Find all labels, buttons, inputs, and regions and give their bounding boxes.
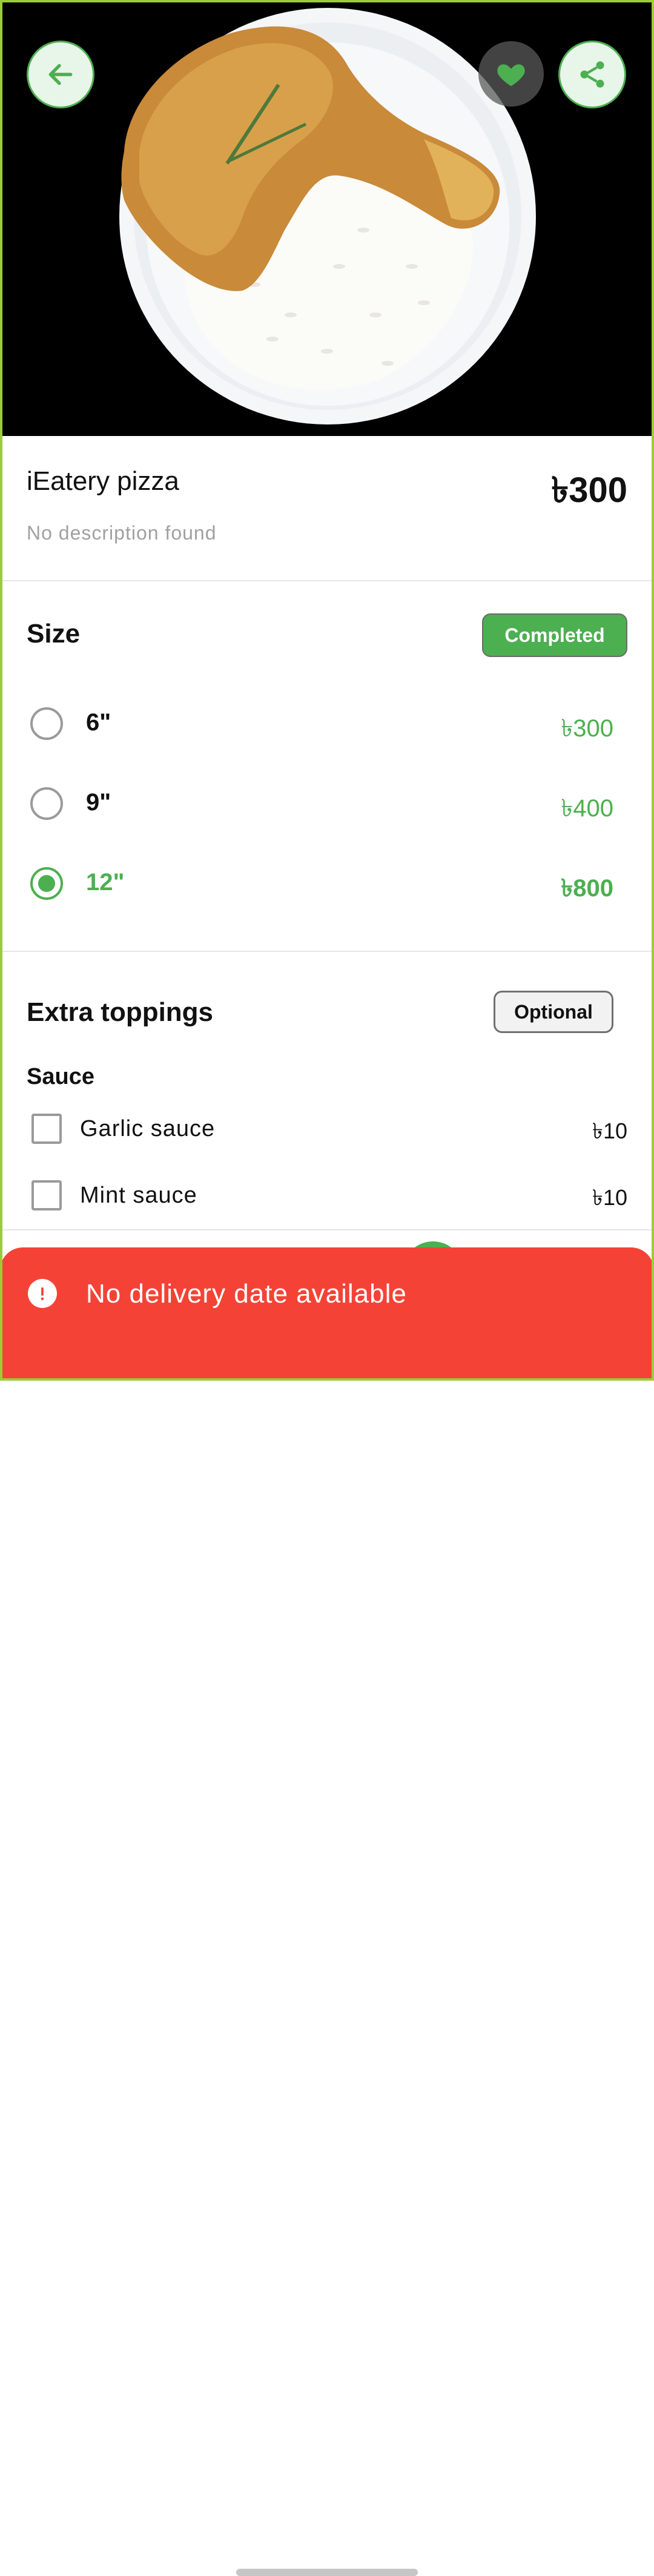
checkbox[interactable] <box>31 1114 62 1144</box>
divider <box>0 1229 654 1230</box>
size-option-label: 9" <box>86 789 111 816</box>
error-snackbar: No delivery date available <box>0 1247 654 2576</box>
exclamation-glyph <box>41 1287 44 1300</box>
size-section-title: Size <box>27 619 81 649</box>
completed-badge: Completed <box>482 613 627 657</box>
topping-mint-sauce[interactable]: Mint sauce ৳10 <box>0 1172 654 1220</box>
product-description: No description found <box>27 522 217 544</box>
back-button[interactable] <box>27 41 94 108</box>
checkbox[interactable] <box>31 1180 62 1210</box>
sauce-group-title: Sauce <box>27 1064 94 1089</box>
topping-label: Mint sauce <box>80 1183 197 1208</box>
size-option-label: 12" <box>86 869 125 896</box>
share-button[interactable] <box>558 41 626 108</box>
hero-image <box>0 0 654 436</box>
share-icon <box>580 61 604 88</box>
topping-label: Garlic sauce <box>80 1116 216 1141</box>
radio-button-selected[interactable] <box>30 867 63 900</box>
favorite-button[interactable] <box>478 41 544 107</box>
home-indicator[interactable] <box>236 2569 418 2576</box>
topping-price: ৳10 <box>592 1118 627 1143</box>
size-option-6[interactable]: 6" ৳300 <box>0 693 654 754</box>
toppings-section-title: Extra toppings <box>27 997 214 1027</box>
topping-garlic-sauce[interactable]: Garlic sauce ৳10 <box>0 1105 654 1154</box>
radio-button[interactable] <box>30 787 63 820</box>
heart-icon <box>497 64 525 87</box>
size-option-price: ৳300 <box>561 715 613 742</box>
snackbar-message: No delivery date available <box>86 1279 407 1309</box>
radio-button[interactable] <box>30 707 63 740</box>
product-price: ৳300 <box>551 471 627 510</box>
arrow-left-icon <box>48 64 73 85</box>
topping-price: ৳10 <box>592 1185 627 1210</box>
divider <box>0 951 654 952</box>
food-photo <box>0 0 654 436</box>
size-option-price: ৳800 <box>561 875 613 902</box>
size-option-price: ৳400 <box>561 795 613 822</box>
size-option-label: 6" <box>86 709 111 736</box>
optional-badge: Optional <box>494 991 613 1033</box>
product-title: iEatery pizza <box>27 466 179 496</box>
size-option-12[interactable]: 12" ৳800 <box>0 853 654 914</box>
size-option-9[interactable]: 9" ৳400 <box>0 773 654 834</box>
divider <box>0 580 654 581</box>
alert-circle-icon <box>28 1279 57 1308</box>
